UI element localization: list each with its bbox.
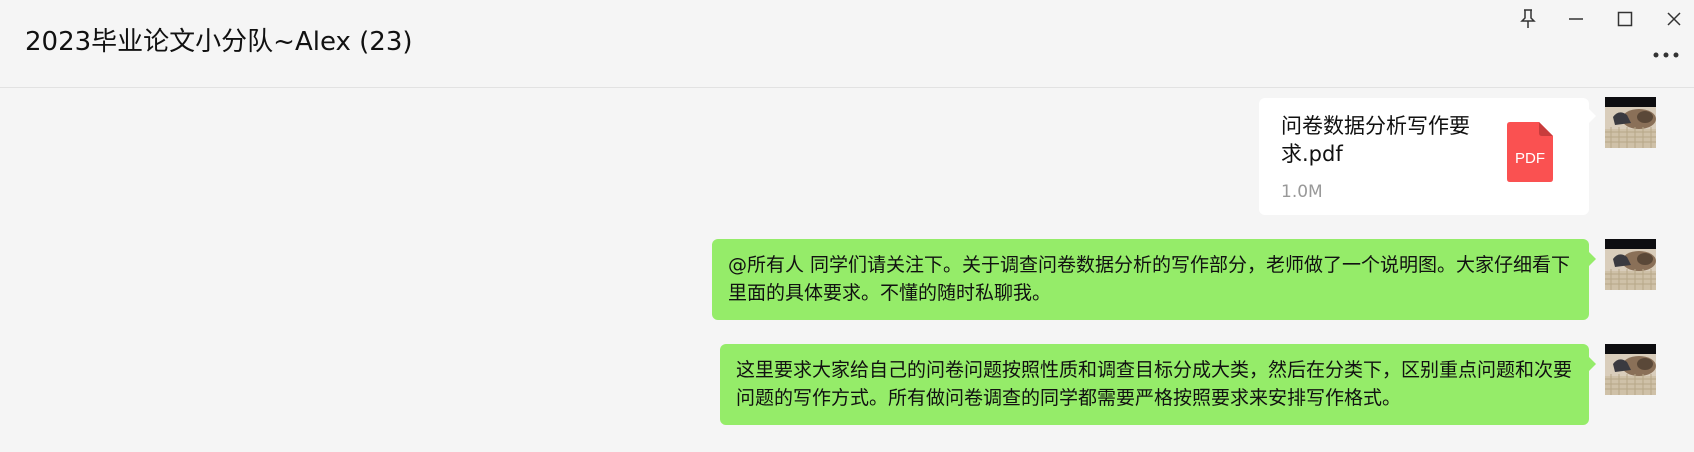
bubble-tail — [1589, 252, 1596, 266]
cat-avatar-image — [1605, 239, 1656, 290]
avatar[interactable] — [1605, 344, 1656, 395]
pin-button[interactable] — [1508, 4, 1548, 34]
file-name: 问卷数据分析写作要求.pdf — [1281, 114, 1470, 166]
maximize-icon — [1617, 11, 1633, 27]
more-options-button[interactable] — [1646, 40, 1686, 70]
file-message[interactable]: 问卷数据分析写作要求.pdf 1.0M PDF — [1259, 98, 1589, 215]
pdf-file-icon: PDF — [1507, 122, 1553, 182]
text-message[interactable]: 这里要求大家给自己的问卷问题按照性质和调查目标分成大类，然后在分类下，区别重点问… — [720, 344, 1589, 425]
text-message[interactable]: @所有人 同学们请关注下。关于调查问卷数据分析的写作部分，老师做了一个说明图。大… — [712, 239, 1589, 320]
avatar[interactable] — [1605, 239, 1656, 290]
minimize-button[interactable] — [1556, 4, 1596, 34]
avatar[interactable] — [1605, 97, 1656, 148]
bubble-tail — [1589, 109, 1596, 123]
close-icon — [1667, 12, 1681, 26]
chat-title: 2023毕业论文小分队~Alex (23) — [25, 27, 413, 57]
cat-avatar-image — [1605, 344, 1656, 395]
chat-header: 2023毕业论文小分队~Alex (23) — [0, 0, 1694, 88]
pdf-icon-label: PDF — [1515, 150, 1545, 167]
minimize-icon — [1569, 18, 1583, 20]
bubble-tail — [1589, 357, 1596, 371]
pin-icon — [1520, 9, 1536, 28]
maximize-button[interactable] — [1605, 4, 1645, 34]
message-list: 问卷数据分析写作要求.pdf 1.0M PDF @所有人 同学们请关注下。关于调… — [0, 89, 1694, 452]
more-icon — [1653, 52, 1679, 58]
close-button[interactable] — [1654, 4, 1694, 34]
cat-avatar-image — [1605, 97, 1656, 148]
file-size: 1.0M — [1281, 182, 1323, 202]
